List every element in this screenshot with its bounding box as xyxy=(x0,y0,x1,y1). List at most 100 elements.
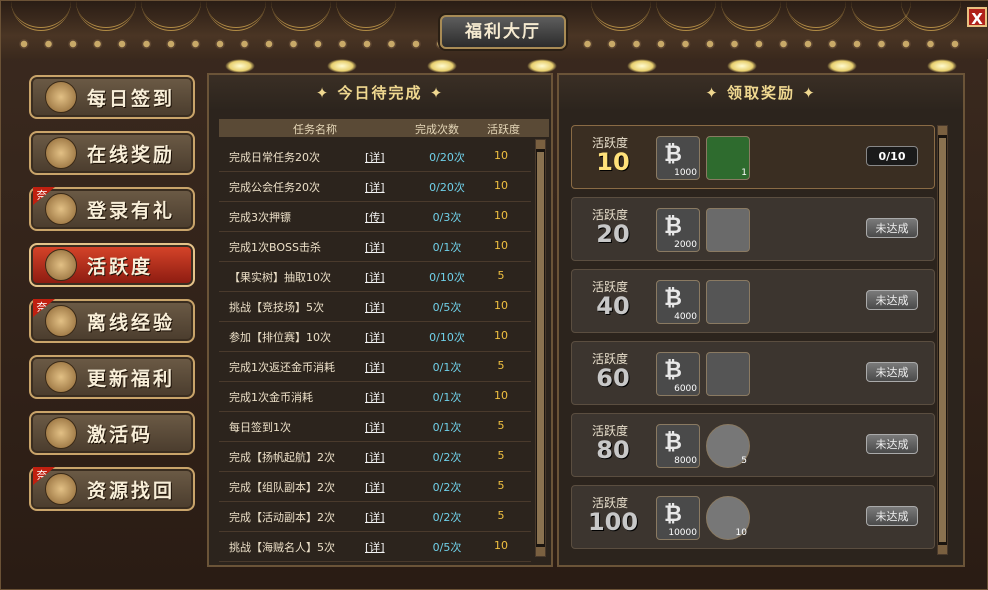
coin-icon[interactable]: ₿ 4000 xyxy=(656,280,700,324)
potion-icon[interactable] xyxy=(706,352,750,396)
task-name: 挑战【竞技场】5次 xyxy=(229,301,324,314)
tasks-scrollbar[interactable] xyxy=(535,139,546,557)
reward-level: 100 xyxy=(587,508,639,536)
task-detail-link[interactable]: [详] xyxy=(365,359,385,375)
reward-progress: 0/10 xyxy=(866,146,918,166)
task-row: 完成3次押镖 [传] 0/3次 10 xyxy=(219,201,531,232)
nav-activation-code[interactable]: 激活码 xyxy=(29,411,195,455)
task-detail-link[interactable]: [详] xyxy=(365,449,385,465)
task-count: 0/1次 xyxy=(432,421,462,434)
window-frame: 福利大厅 X 每日签到 在线奖励 奈登录有礼 活跃度 奈离线经验 更新福利 激活… xyxy=(0,0,988,590)
task-name: 完成【扬帆起航】2次 xyxy=(229,451,335,464)
task-name: 完成【活动副本】2次 xyxy=(229,511,335,524)
task-count: 0/20次 xyxy=(429,151,465,164)
task-activity: 10 xyxy=(494,179,508,192)
tasks-table-header: 任务名称 完成次数 活跃度 xyxy=(219,119,549,137)
task-detail-link[interactable]: [详] xyxy=(365,329,385,345)
task-row: 挑战【海贼名人】5次 [详] 0/5次 10 xyxy=(219,531,531,562)
task-detail-link[interactable]: [详] xyxy=(365,239,385,255)
task-detail-link[interactable]: [详] xyxy=(365,149,385,165)
task-name: 每日签到1次 xyxy=(229,421,291,434)
task-activity: 5 xyxy=(497,479,505,492)
task-detail-link[interactable]: [详] xyxy=(365,479,385,495)
reward-row: 活跃度 60 ₿ 6000 未达成 xyxy=(571,341,935,405)
task-detail-link[interactable]: [详] xyxy=(365,539,385,555)
task-activity: 5 xyxy=(497,359,505,372)
task-name: 完成【组队副本】2次 xyxy=(229,481,335,494)
claim-button[interactable]: 未达成 xyxy=(866,434,918,454)
nav-online-reward[interactable]: 在线奖励 xyxy=(29,131,195,175)
coin-icon[interactable]: ₿ 2000 xyxy=(656,208,700,252)
potion-icon[interactable] xyxy=(706,280,750,324)
task-row: 每日签到1次 [详] 0/1次 5 xyxy=(219,411,531,442)
task-detail-link[interactable]: [详] xyxy=(365,419,385,435)
giftbox-icon xyxy=(45,417,77,449)
task-activity: 10 xyxy=(494,209,508,222)
nav-label: 在线奖励 xyxy=(87,143,176,166)
reward-level: 60 xyxy=(596,364,630,392)
task-detail-link[interactable]: [传] xyxy=(365,209,385,225)
task-row: 【果实树】抽取10次 [详] 0/10次 5 xyxy=(219,261,531,292)
scroll-up-icon[interactable] xyxy=(536,140,545,149)
task-count: 0/2次 xyxy=(432,451,462,464)
task-detail-link[interactable]: [详] xyxy=(365,389,385,405)
coin-icon[interactable]: ₿ 8000 xyxy=(656,424,700,468)
claim-button[interactable]: 未达成 xyxy=(866,506,918,526)
coin-icon[interactable]: 5 xyxy=(706,424,750,468)
col-task-name: 任务名称 xyxy=(293,123,337,136)
task-name: 参加【排位赛】10次 xyxy=(229,331,331,344)
lamp-icon xyxy=(327,59,357,73)
close-button[interactable]: X xyxy=(967,7,987,28)
claim-button[interactable]: 未达成 xyxy=(866,218,918,238)
coin-icon[interactable]: ₿ 6000 xyxy=(656,352,700,396)
rope-decoration xyxy=(271,1,331,31)
task-detail-link[interactable]: [详] xyxy=(365,509,385,525)
task-activity: 5 xyxy=(497,509,505,522)
col-count: 完成次数 xyxy=(415,123,459,136)
scroll-up-icon[interactable] xyxy=(938,126,947,135)
scroll-down-icon[interactable] xyxy=(938,545,947,554)
task-detail-link[interactable]: [详] xyxy=(365,299,385,315)
task-activity: 5 xyxy=(497,449,505,462)
jar-icon xyxy=(45,473,77,505)
task-row: 完成公会任务20次 [详] 0/20次 10 xyxy=(219,171,531,202)
scroll-thumb[interactable] xyxy=(537,152,544,544)
coin-icon[interactable]: 10 xyxy=(706,496,750,540)
col-activity: 活跃度 xyxy=(487,123,520,136)
task-name: 完成公会任务20次 xyxy=(229,181,320,194)
task-activity: 10 xyxy=(494,239,508,252)
scroll-down-icon[interactable] xyxy=(536,547,545,556)
reward-row: 活跃度 40 ₿ 4000 未达成 xyxy=(571,269,935,333)
tasks-heading: ✦ 今日待完成 ✦ xyxy=(209,75,551,111)
reward-level: 10 xyxy=(596,148,630,176)
claim-button[interactable]: 未达成 xyxy=(866,290,918,310)
lamp-icon xyxy=(827,59,857,73)
claim-button[interactable]: 未达成 xyxy=(866,362,918,382)
item-amount: 10 xyxy=(735,528,747,538)
task-detail-link[interactable]: [详] xyxy=(365,179,385,195)
nav-offline-exp[interactable]: 奈离线经验 xyxy=(29,299,195,343)
nav-login-gift[interactable]: 奈登录有礼 xyxy=(29,187,195,231)
lamp-icon xyxy=(627,59,657,73)
lamp-icon xyxy=(225,59,255,73)
nav-daily-checkin[interactable]: 每日签到 xyxy=(29,75,195,119)
coin-amount: 8000 xyxy=(674,456,697,466)
reward-row: 活跃度 20 ₿ 2000 未达成 xyxy=(571,197,935,261)
coin-icon[interactable]: ₿ 1000 xyxy=(656,136,700,180)
task-row: 完成【扬帆起航】2次 [详] 0/2次 5 xyxy=(219,441,531,472)
nav-resource-recovery[interactable]: 奈资源找回 xyxy=(29,467,195,511)
rewards-scrollbar[interactable] xyxy=(937,125,948,555)
task-detail-link[interactable]: [详] xyxy=(365,269,385,285)
rope-decoration xyxy=(656,1,716,31)
snail-icon[interactable] xyxy=(706,208,750,252)
nav-label: 更新福利 xyxy=(87,367,176,390)
coin-icon[interactable]: ₿ 10000 xyxy=(656,496,700,540)
nav-update-welfare[interactable]: 更新福利 xyxy=(29,355,195,399)
book-icon[interactable]: 1 xyxy=(706,136,750,180)
nav-activity[interactable]: 活跃度 xyxy=(29,243,195,287)
scroll-thumb[interactable] xyxy=(939,138,946,542)
task-row: 参加【排位赛】10次 [详] 0/10次 10 xyxy=(219,321,531,352)
task-name: 挑战【海贼名人】5次 xyxy=(229,541,335,554)
reward-row: 活跃度 80 ₿ 8000 5 未达成 xyxy=(571,413,935,477)
coin-amount: 2000 xyxy=(674,240,697,250)
